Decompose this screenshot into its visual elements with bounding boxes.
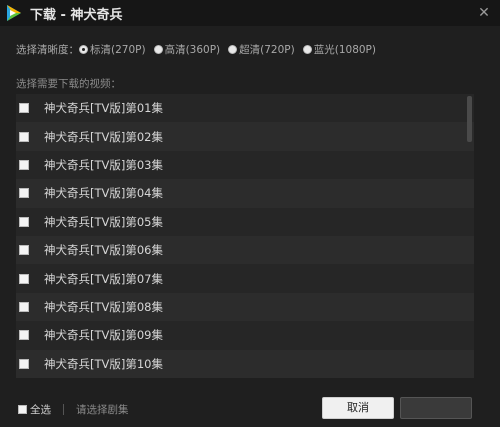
- checkbox-icon[interactable]: [19, 301, 29, 312]
- list-item[interactable]: 神犬奇兵[TV版]第05集: [16, 207, 474, 236]
- list-item[interactable]: 神犬奇兵[TV版]第04集: [16, 179, 474, 208]
- scrollbar-thumb[interactable]: [467, 96, 472, 142]
- video-list-label: 选择需要下载的视频：: [16, 78, 121, 90]
- quality-option-label: 超清(720P): [239, 43, 295, 56]
- quality-option-label: 蓝光(1080P): [313, 43, 376, 56]
- episode-title: 神犬奇兵[TV版]第06集: [44, 243, 163, 258]
- list-item[interactable]: 神犬奇兵[TV版]第02集: [16, 122, 474, 151]
- quality-option-270p[interactable]: 标清(270P): [79, 42, 146, 57]
- quality-option-1080p[interactable]: 蓝光(1080P): [302, 42, 376, 57]
- episode-title: 神犬奇兵[TV版]第04集: [44, 186, 163, 201]
- checkbox-icon[interactable]: [19, 273, 29, 284]
- episode-title: 神犬奇兵[TV版]第03集: [44, 157, 163, 172]
- checkbox-icon[interactable]: [19, 103, 29, 114]
- checkbox-icon[interactable]: [19, 188, 29, 199]
- quality-option-720p[interactable]: 超清(720P): [228, 42, 295, 57]
- episode-title: 神犬奇兵[TV版]第10集: [44, 356, 163, 371]
- checkbox-icon[interactable]: [19, 245, 29, 256]
- quality-option-label: 标清(270P): [90, 43, 146, 56]
- episode-title: 神犬奇兵[TV版]第05集: [44, 214, 163, 229]
- list-item[interactable]: 神犬奇兵[TV版]第09集: [16, 321, 474, 350]
- checkbox-icon[interactable]: [19, 330, 29, 341]
- list-item[interactable]: 神犬奇兵[TV版]第07集: [16, 264, 474, 293]
- radio-icon-checked[interactable]: [79, 44, 88, 54]
- quality-selector: 选择清晰度： 标清(270P) 高清(360P) 超清(720P) 蓝光(108…: [16, 42, 384, 56]
- list-item[interactable]: 神犬奇兵[TV版]第03集: [16, 150, 474, 180]
- radio-icon[interactable]: [228, 44, 238, 54]
- checkbox-icon[interactable]: [19, 216, 29, 227]
- checkbox-icon[interactable]: [19, 358, 29, 369]
- episode-title: 神犬奇兵[TV版]第08集: [44, 299, 163, 314]
- checkbox-icon[interactable]: [19, 131, 29, 142]
- divider: [63, 404, 64, 415]
- quality-option-label: 高清(360P): [164, 43, 221, 56]
- list-item[interactable]: 神犬奇兵[TV版]第01集: [16, 94, 474, 123]
- episode-title: 神犬奇兵[TV版]第01集: [44, 101, 163, 116]
- quality-label: 选择清晰度：: [16, 43, 79, 56]
- window-title: 下载 - 神犬奇兵: [30, 7, 123, 23]
- radio-icon[interactable]: [153, 44, 163, 54]
- cancel-button[interactable]: 取消: [322, 397, 394, 419]
- list-item[interactable]: 神犬奇兵[TV版]第06集: [16, 235, 474, 265]
- select-all-checkbox[interactable]: [18, 405, 27, 414]
- checkbox-icon[interactable]: [19, 159, 29, 170]
- list-item[interactable]: 神犬奇兵[TV版]第08集: [16, 292, 474, 322]
- footer-controls: 全选 请选择剧集: [18, 402, 129, 417]
- close-icon[interactable]: ✕: [476, 5, 492, 21]
- select-episodes-link[interactable]: 请选择剧集: [76, 402, 129, 417]
- episode-title: 神犬奇兵[TV版]第09集: [44, 328, 163, 343]
- quality-option-360p[interactable]: 高清(360P): [153, 42, 221, 57]
- video-list: 神犬奇兵[TV版]第01集 神犬奇兵[TV版]第02集 神犬奇兵[TV版]第03…: [16, 94, 474, 378]
- select-all-label[interactable]: 全选: [30, 402, 51, 417]
- video-play-logo-icon: [4, 3, 24, 23]
- title-bar: 下载 - 神犬奇兵 ✕: [0, 0, 500, 26]
- episode-title: 神犬奇兵[TV版]第07集: [44, 271, 163, 286]
- radio-icon[interactable]: [302, 44, 312, 54]
- ok-button[interactable]: [400, 397, 472, 419]
- list-item[interactable]: 神犬奇兵[TV版]第10集: [16, 349, 474, 378]
- episode-title: 神犬奇兵[TV版]第02集: [44, 129, 163, 144]
